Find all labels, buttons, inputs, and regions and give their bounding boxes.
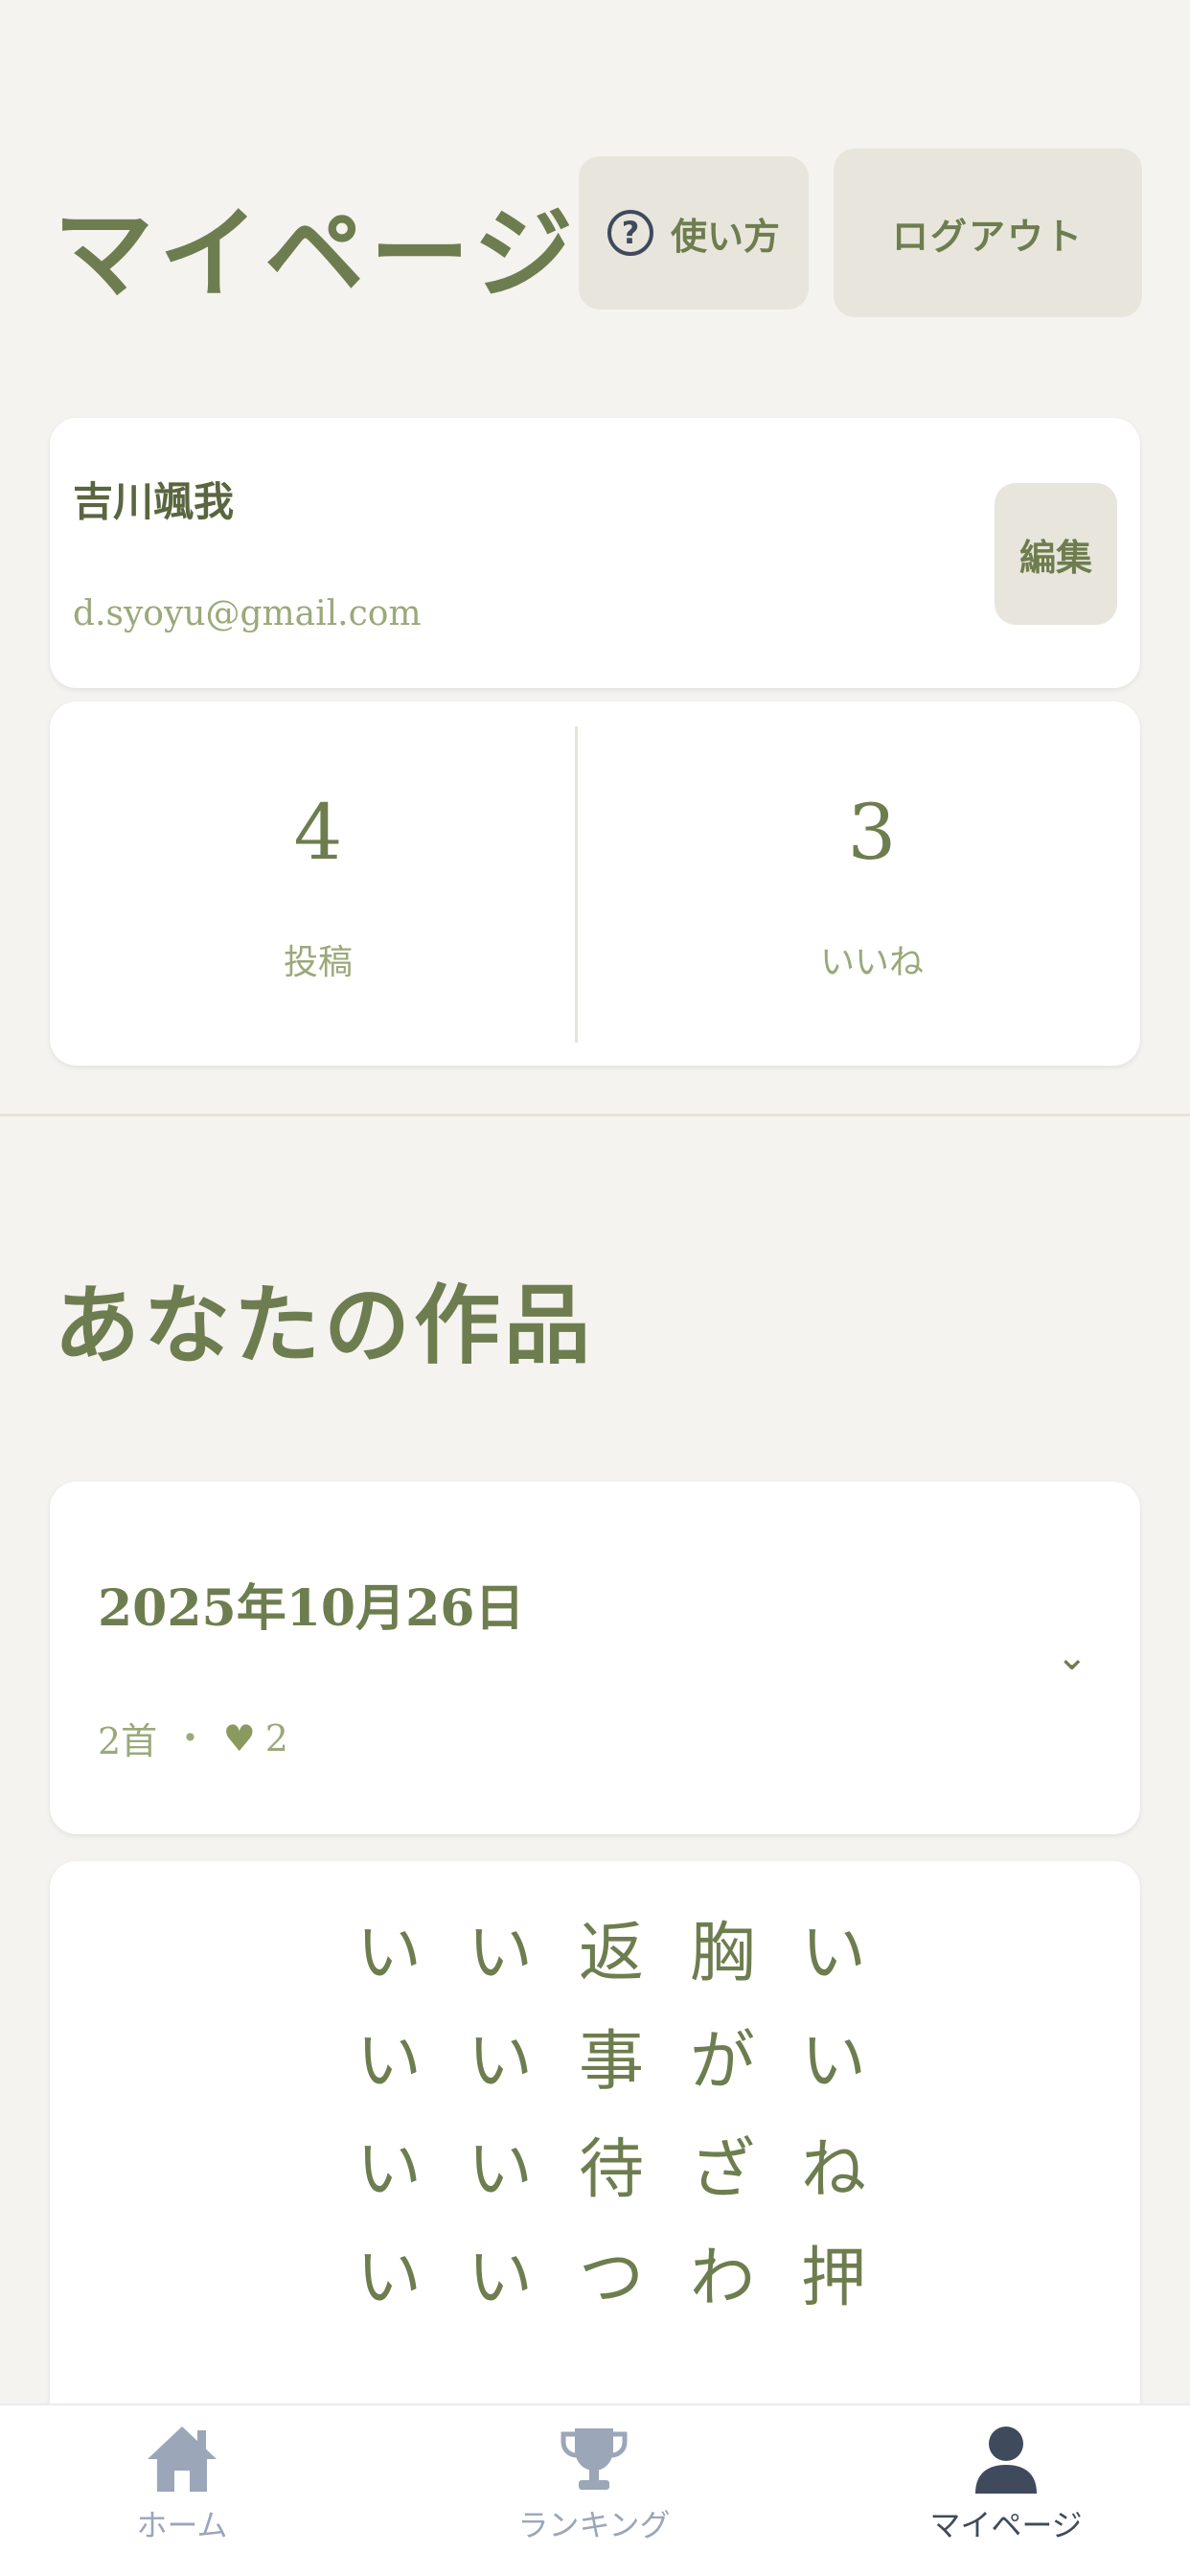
chevron-down-icon[interactable]: ⌄ <box>1056 1635 1088 1679</box>
poem-char: 待 <box>578 2132 644 2208</box>
posts-label: 投稿 <box>283 943 353 982</box>
tab-ranking-label: ランキング <box>517 2507 671 2543</box>
poem-count: 2首 <box>98 1720 158 1762</box>
poem-char: い <box>467 2132 533 2208</box>
heart-icon: ♥ <box>222 1716 256 1760</box>
profile-card: 吉川颯我 d.syoyu@gmail.com 編集 <box>50 418 1140 688</box>
poem-column: 返 事 待 つ <box>556 1899 667 2333</box>
date-label: 2025年10月26日 <box>98 1579 525 1638</box>
poem-char: 返 <box>578 1916 644 1991</box>
poem-char: わ <box>689 2241 755 2316</box>
likes-stat: 3 いいね <box>604 702 1140 1066</box>
poem-column: い い い い <box>333 1899 445 2333</box>
page-title: マイページ <box>54 195 579 312</box>
poem-char: ね <box>800 2132 866 2208</box>
tab-mypage-label: マイページ <box>929 2507 1083 2543</box>
likes-label: いいね <box>819 943 924 982</box>
bottom-tab-bar: ホーム ランキング マイページ <box>0 2404 1190 2576</box>
poem-char: 胸 <box>689 1916 755 1991</box>
poem-column: い い ね 押 <box>778 1899 889 2333</box>
posts-count: 4 <box>293 788 343 877</box>
tab-home[interactable]: ホーム <box>38 2425 326 2545</box>
separator-dot: • <box>182 1722 198 1754</box>
home-icon <box>148 2426 217 2492</box>
poem-char: い <box>355 1916 422 1991</box>
posts-stat: 4 投稿 <box>50 702 586 1066</box>
likes-count: 3 <box>847 788 897 877</box>
poem-vertical-text: い い ね 押 胸 が ざ わ 返 事 待 つ い い い い い い い い <box>333 1899 889 2333</box>
tab-ranking[interactable]: ランキング <box>450 2425 738 2545</box>
works-date-group[interactable]: 2025年10月26日 ⌄ 2首 • ♥ 2 <box>50 1482 1140 1834</box>
poem-char: い <box>800 1916 866 1991</box>
poem-column: 胸 が ざ わ <box>667 1899 778 2333</box>
stats-card: 4 投稿 3 いいね <box>50 702 1140 1066</box>
poem-char: い <box>355 2024 422 2100</box>
tab-mypage[interactable]: マイページ <box>862 2425 1150 2545</box>
tab-home-label: ホーム <box>136 2507 228 2543</box>
likes-count-meta: 2 <box>264 1716 288 1760</box>
profile-name: 吉川颯我 <box>73 478 235 525</box>
poem-char: い <box>800 2024 866 2100</box>
poem-column: い い い い <box>445 1899 556 2333</box>
profile-email: d.syoyu@gmail.com <box>73 594 422 633</box>
poem-char: い <box>355 2132 422 2208</box>
logout-button[interactable]: ログアウト <box>834 149 1142 317</box>
poem-char: い <box>467 1916 533 1991</box>
edit-profile-button[interactable]: 編集 <box>995 483 1117 625</box>
date-group-meta: 2首 • ♥ 2 <box>98 1712 288 1764</box>
poem-char: つ <box>578 2241 644 2316</box>
trophy-icon <box>561 2428 628 2490</box>
help-button-label: 使い方 <box>670 214 780 258</box>
poem-char: い <box>355 2241 422 2316</box>
question-circle-icon: ? <box>606 210 653 256</box>
poem-char: ざ <box>689 2132 755 2208</box>
stats-divider <box>575 726 578 1043</box>
poem-char: が <box>689 2024 755 2100</box>
poem-char: 押 <box>800 2241 866 2316</box>
poem-char: い <box>467 2241 533 2316</box>
user-icon <box>975 2426 1037 2494</box>
poem-char: 事 <box>578 2024 644 2100</box>
poem-char: い <box>467 2024 533 2100</box>
help-button[interactable]: ? 使い方 <box>579 156 809 310</box>
section-divider <box>0 1114 1190 1116</box>
works-section-title: あなたの作品 <box>54 1275 594 1376</box>
